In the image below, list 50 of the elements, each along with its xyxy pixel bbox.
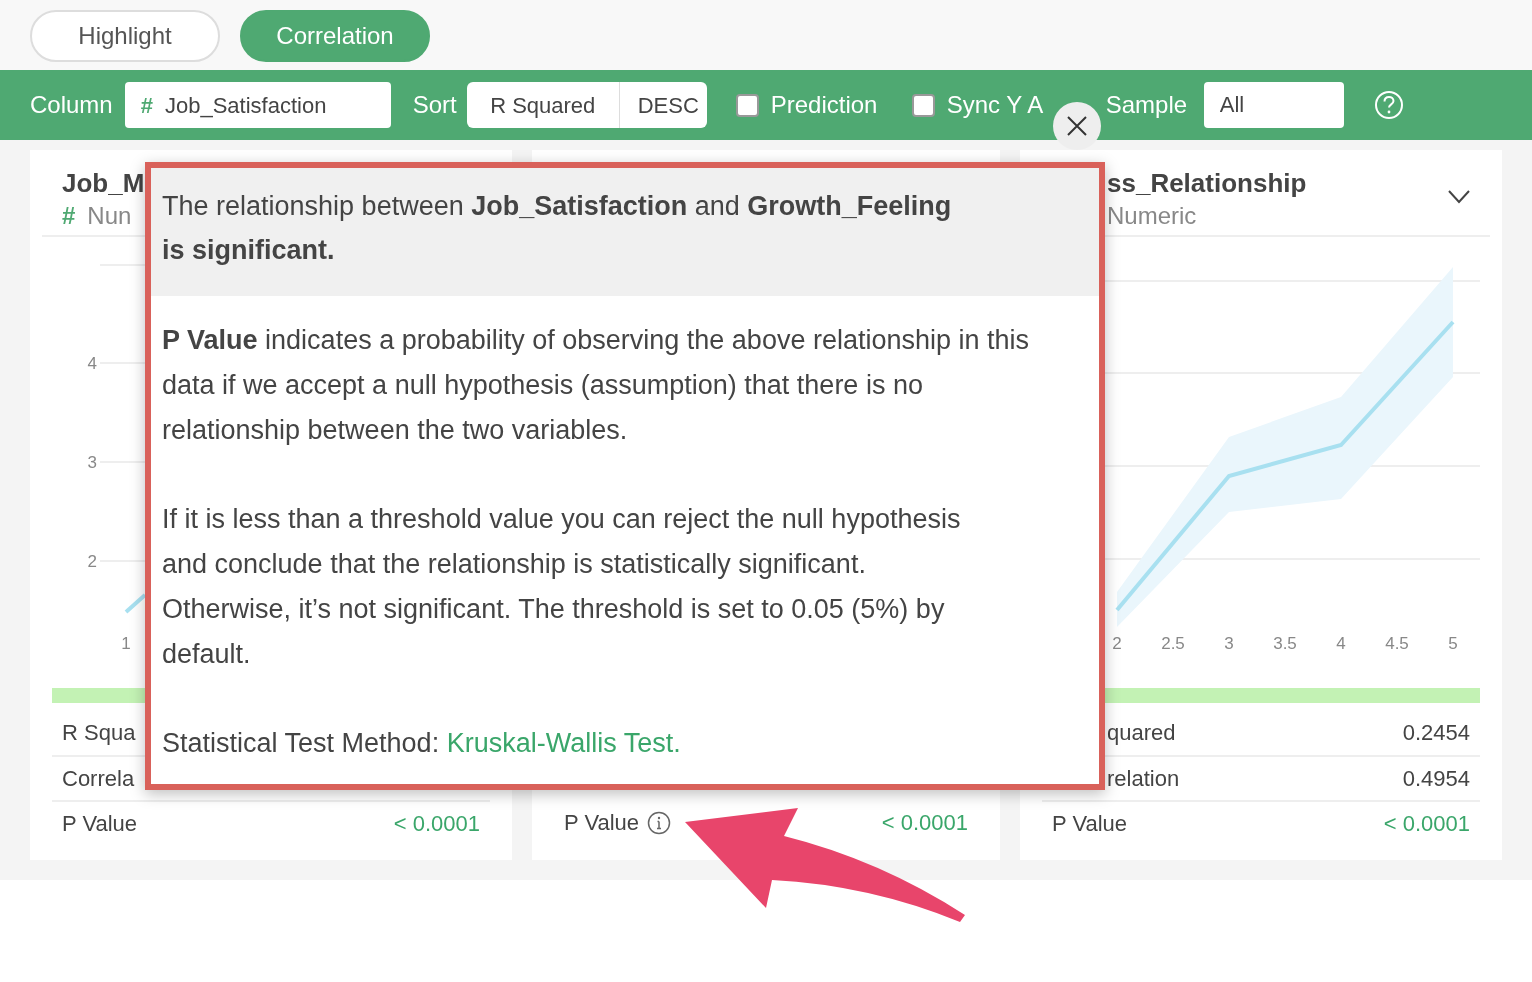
card-title: Job_M <box>62 167 145 200</box>
stat-value: 0.4954 <box>1402 765 1470 793</box>
stat-value: < 0.0001 <box>393 810 480 838</box>
axis-tick-label: 3 <box>1224 634 1234 653</box>
tooltip-text: P Value indicates a probability of observing the above relationship in this data if we accept a null hypothesis (assumption) that there is no relationship between the two variables. <box>162 324 1031 447</box>
stat-label: P Value <box>1052 810 1128 838</box>
stat-label: quared <box>1107 719 1176 747</box>
column-select[interactable]: # Job_Satisfaction <box>124 82 391 128</box>
tooltip-text: Statistical Test Method: Kruskal-Wallis Test. <box>162 727 681 760</box>
field-label: Sort <box>412 90 457 120</box>
axis-tick-label: 2 <box>1112 634 1122 653</box>
axis-tick-label: 2.5 <box>1161 634 1185 653</box>
stat-label: relation <box>1107 765 1180 793</box>
stat-value: < 0.0001 <box>881 809 968 837</box>
stat-value: 0.2454 <box>1402 719 1470 747</box>
stat-label: P Value <box>62 810 138 838</box>
axis-tick-label: 2 <box>87 552 97 571</box>
tooltip-title: The relationship between Job_Satisfaction and Growth_Feeling is significant. <box>162 190 953 267</box>
card-title: ss_Relationship <box>1106 167 1307 200</box>
axis-tick-label: 4.5 <box>1385 634 1409 653</box>
field-label: Sample <box>1105 90 1189 120</box>
checkbox-label: Prediction <box>770 90 879 120</box>
close-icon <box>1066 115 1088 137</box>
stat-label: R Squa <box>62 719 136 747</box>
sort-by-button[interactable]: R Squared <box>466 82 619 128</box>
type-label: Nun <box>87 201 132 231</box>
axis-tick-label: 3.5 <box>1273 634 1297 653</box>
checkbox[interactable] <box>911 93 935 117</box>
hash-icon: # <box>62 200 76 232</box>
checkbox-label: Sync Y A <box>946 90 1045 120</box>
axis-tick-label: 1 <box>121 634 131 653</box>
axis-tick-label: 4 <box>1336 634 1346 653</box>
chevron-down-icon[interactable] <box>1448 190 1470 204</box>
type-label: Numeric <box>1107 201 1197 231</box>
axis-tick-label: 3 <box>87 453 97 472</box>
stat-value: < 0.0001 <box>1383 810 1470 838</box>
hash-icon: # <box>140 88 153 122</box>
field-label: Column <box>30 90 113 120</box>
sample-field[interactable]: All <box>1203 82 1344 128</box>
stat-label: P Value <box>564 809 640 837</box>
checkbox[interactable] <box>735 93 759 117</box>
sort-order-button[interactable]: DESC <box>618 82 707 128</box>
tooltip-text: If it is less than a threshold value you can reject the null hypothesis and conclude that the relationship is statistically significant. Otherwise, it’s not significant. The threshold is set to 0.05 (5%) by default. <box>162 503 962 671</box>
tab[interactable]: Highlight <box>30 10 220 62</box>
trend-line <box>124 593 147 614</box>
axis-tick-label: 4 <box>87 354 97 373</box>
info-icon[interactable] <box>647 810 672 835</box>
help-icon[interactable] <box>1373 90 1404 120</box>
axis-tick-label: 5 <box>1448 634 1458 653</box>
stat-label: Correla <box>62 765 135 793</box>
